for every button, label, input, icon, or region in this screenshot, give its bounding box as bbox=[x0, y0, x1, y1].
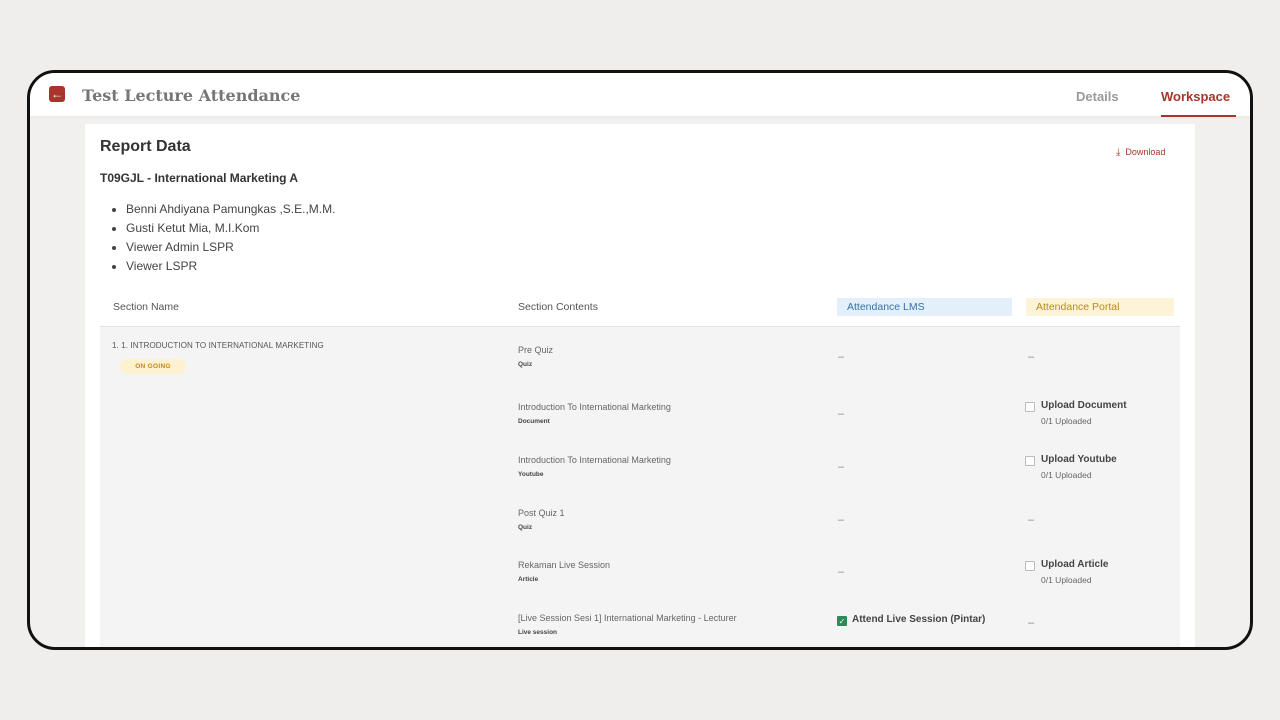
table-body: 1. 1. INTRODUCTION TO INTERNATIONAL MARK… bbox=[100, 327, 1180, 647]
content-title[interactable]: Introduction To International Marketing bbox=[518, 402, 671, 412]
active-tab-indicator bbox=[1161, 115, 1236, 117]
table-row: Pre Quiz Quiz – – bbox=[100, 345, 1180, 385]
app-window: ← Test Lecture Attendance Details Worksp… bbox=[27, 70, 1253, 650]
lms-value: – bbox=[838, 566, 845, 578]
upload-status: 0/1 Uploaded bbox=[1041, 416, 1092, 426]
download-icon: ⤓ bbox=[1116, 147, 1121, 158]
table-row: Introduction To International Marketing … bbox=[100, 454, 1180, 495]
upload-status: 0/1 Uploaded bbox=[1041, 575, 1092, 585]
list-item: Viewer LSPR bbox=[126, 257, 335, 276]
content-title[interactable]: Rekaman Live Session bbox=[518, 560, 610, 570]
top-bar: ← Test Lecture Attendance Details Worksp… bbox=[30, 73, 1250, 119]
content-title[interactable]: Post Quiz 1 bbox=[518, 508, 565, 518]
course-title: T09GJL - International Marketing A bbox=[100, 171, 299, 185]
table-row: [Live Session Sesi 1] International Mark… bbox=[100, 613, 1180, 647]
portal-value: – bbox=[1028, 617, 1035, 629]
page-title: Test Lecture Attendance bbox=[82, 86, 301, 105]
column-header-attendance-portal: Attendance Portal bbox=[1026, 298, 1174, 316]
upload-checkbox[interactable] bbox=[1025, 456, 1035, 466]
upload-checkbox[interactable] bbox=[1025, 402, 1035, 412]
lecturer-list: Benni Ahdiyana Pamungkas ,S.E.,M.M. Gust… bbox=[112, 200, 335, 276]
content-type: Article bbox=[518, 576, 539, 583]
tab-workspace[interactable]: Workspace bbox=[1161, 89, 1230, 104]
tab-details[interactable]: Details bbox=[1076, 89, 1119, 104]
content-title[interactable]: Pre Quiz bbox=[518, 345, 553, 355]
report-panel: Report Data ⤓ Download T09GJL - Internati… bbox=[85, 124, 1195, 647]
lms-value: – bbox=[838, 514, 845, 526]
upload-title: Upload Article bbox=[1041, 559, 1109, 570]
download-label: Download bbox=[1125, 147, 1166, 157]
content-type: Quiz bbox=[518, 361, 533, 368]
report-title: Report Data bbox=[100, 138, 191, 155]
upload-checkbox[interactable] bbox=[1025, 561, 1035, 571]
content-title[interactable]: [Live Session Sesi 1] International Mark… bbox=[518, 613, 737, 623]
lms-value: – bbox=[838, 408, 845, 420]
column-header-section-name: Section Name bbox=[113, 301, 179, 313]
column-header-section-contents: Section Contents bbox=[518, 301, 598, 313]
list-item: Benni Ahdiyana Pamungkas ,S.E.,M.M. bbox=[126, 200, 335, 219]
list-item: Gusti Ketut Mia, M.I.Kom bbox=[126, 219, 335, 238]
upload-status: 0/1 Uploaded bbox=[1041, 470, 1092, 480]
portal-value: – bbox=[1028, 514, 1035, 526]
content-type: Document bbox=[518, 418, 550, 425]
arrow-left-icon[interactable]: ← bbox=[49, 86, 65, 102]
content-type: Youtube bbox=[518, 471, 544, 478]
attendance-checkbox-checked[interactable]: ✓ bbox=[837, 616, 847, 626]
table-row: Rekaman Live Session Article – Upload Ar… bbox=[100, 559, 1180, 600]
table-row: Introduction To International Marketing … bbox=[100, 400, 1180, 442]
content-title[interactable]: Introduction To International Marketing bbox=[518, 455, 671, 465]
content-type: Live session bbox=[518, 629, 558, 636]
download-button[interactable]: ⤓ Download bbox=[1116, 147, 1165, 158]
content-type: Quiz bbox=[518, 524, 533, 531]
attendance-label: Attend Live Session (Pintar) bbox=[852, 614, 986, 625]
column-header-attendance-lms: Attendance LMS bbox=[837, 298, 1012, 316]
upload-title: Upload Youtube bbox=[1041, 454, 1117, 465]
lms-value: – bbox=[838, 461, 845, 473]
portal-value: – bbox=[1028, 351, 1035, 363]
lms-value: – bbox=[838, 351, 845, 363]
table-row: Post Quiz 1 Quiz – – bbox=[100, 508, 1180, 548]
upload-title: Upload Document bbox=[1041, 400, 1127, 411]
list-item: Viewer Admin LSPR bbox=[126, 238, 335, 257]
